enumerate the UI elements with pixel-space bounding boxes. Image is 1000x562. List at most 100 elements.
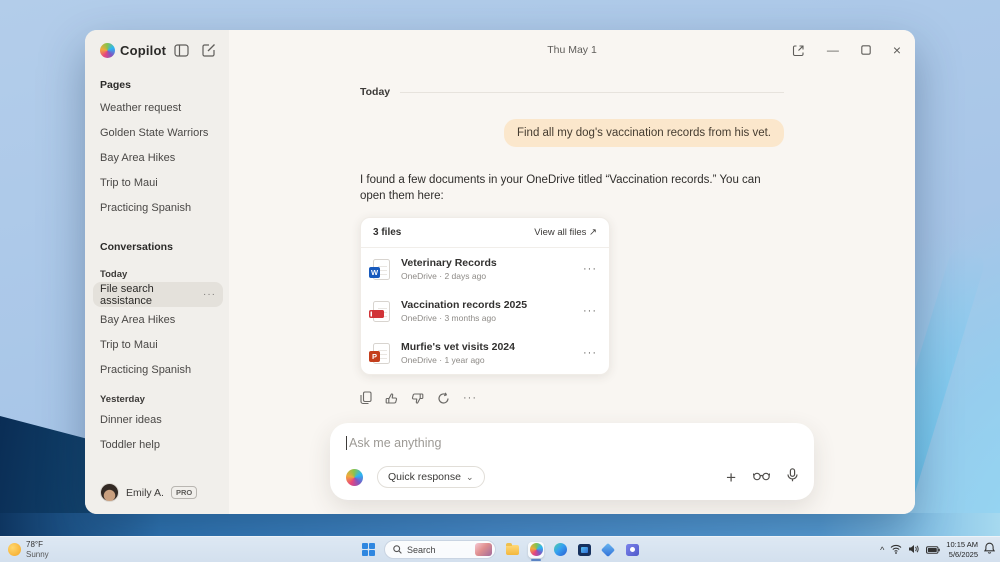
chevron-down-icon: ⌄ bbox=[466, 472, 474, 483]
conversation-date: Thu May 1 bbox=[547, 44, 597, 56]
tray-chevron-up-icon[interactable]: ^ bbox=[880, 545, 884, 555]
chat-thread: Today Find all my dog's vaccination reco… bbox=[360, 70, 784, 405]
tray-date: 5/6/2025 bbox=[946, 550, 978, 560]
vision-glasses-icon[interactable] bbox=[753, 468, 770, 486]
maximize-button[interactable] bbox=[861, 45, 871, 55]
weather-condition: Sunny bbox=[26, 550, 49, 560]
composer: Ask me anything Quick response ⌄ + bbox=[330, 423, 814, 500]
sidebar-item-trip-to-maui-convo[interactable]: Trip to Maui bbox=[100, 332, 216, 357]
pages-section-title: Pages bbox=[100, 79, 216, 91]
copilot-logo-icon bbox=[346, 469, 363, 486]
clock[interactable]: 10:15 AM 5/6/2025 bbox=[946, 540, 978, 560]
file-row-veterinary-records[interactable]: W Veterinary Records OneDrive · 2 days a… bbox=[361, 248, 609, 290]
avatar bbox=[100, 483, 119, 502]
file-more-icon[interactable]: ··· bbox=[583, 305, 597, 317]
attach-plus-icon[interactable]: + bbox=[726, 469, 736, 486]
main-panel: Thu May 1 — × Today Find all my dog's va… bbox=[229, 30, 915, 514]
pdf-file-icon bbox=[373, 301, 390, 322]
new-chat-icon[interactable] bbox=[202, 44, 216, 57]
app-title: Copilot bbox=[120, 43, 166, 58]
sidebar-item-file-search-assistance[interactable]: File search assistance ··· bbox=[93, 282, 223, 307]
file-count-label: 3 files bbox=[373, 227, 401, 238]
sidebar-item-label: File search assistance bbox=[100, 283, 203, 307]
assistant-message: I found a few documents in your OneDrive… bbox=[360, 172, 784, 204]
close-button[interactable]: × bbox=[893, 43, 901, 57]
sidebar-header: Copilot bbox=[100, 43, 216, 58]
edge-icon[interactable] bbox=[552, 542, 568, 558]
window-header: Thu May 1 — × bbox=[229, 30, 915, 70]
tray-time: 10:15 AM bbox=[946, 540, 978, 550]
wifi-icon[interactable] bbox=[890, 541, 902, 559]
sidebar-item-weather-request[interactable]: Weather request bbox=[100, 95, 216, 120]
response-mode-dropdown[interactable]: Quick response ⌄ bbox=[377, 466, 485, 488]
conversations-section-title: Conversations bbox=[100, 241, 216, 253]
file-card-header: 3 files View all files ↗ bbox=[361, 218, 609, 248]
sidebar-item-dinner-ideas[interactable]: Dinner ideas bbox=[100, 407, 216, 432]
wallpaper-band bbox=[0, 513, 1000, 536]
file-more-icon[interactable]: ··· bbox=[583, 263, 597, 275]
battery-icon[interactable] bbox=[926, 541, 940, 559]
copilot-logo-icon bbox=[100, 43, 115, 58]
file-row-murfies-vet-visits-2024[interactable]: P Murfie's vet visits 2024 OneDrive · 1 … bbox=[361, 332, 609, 374]
sun-icon bbox=[8, 543, 21, 556]
profile-row[interactable]: Emily A. PRO bbox=[100, 483, 216, 502]
teams-icon[interactable] bbox=[624, 542, 640, 558]
weather-temp: 78°F bbox=[26, 540, 49, 550]
copilot-window: Copilot Pages Weather request Golden Sta… bbox=[85, 30, 915, 514]
file-more-icon[interactable]: ··· bbox=[583, 347, 597, 359]
sidebar-item-bay-area-hikes-page[interactable]: Bay Area Hikes bbox=[100, 145, 216, 170]
today-group-label: Today bbox=[100, 269, 216, 280]
more-actions-icon[interactable]: ··· bbox=[463, 392, 477, 404]
search-placeholder: Search bbox=[407, 545, 436, 555]
view-all-files-link[interactable]: View all files ↗ bbox=[534, 227, 597, 238]
file-results-card: 3 files View all files ↗ W Veterinary Re… bbox=[360, 217, 610, 375]
microphone-icon[interactable] bbox=[787, 468, 798, 487]
toggle-sidebar-icon[interactable] bbox=[174, 44, 189, 57]
thumbs-up-icon[interactable] bbox=[385, 392, 398, 405]
regenerate-icon[interactable] bbox=[437, 392, 450, 405]
taskbar: 78°F Sunny Search ^ 10:15 AM bbox=[0, 536, 1000, 562]
file-name: Murfie's vet visits 2024 bbox=[401, 341, 515, 353]
text-cursor bbox=[346, 436, 347, 450]
file-name: Vaccination records 2025 bbox=[401, 299, 527, 311]
minimize-button[interactable]: — bbox=[827, 44, 839, 56]
taskbar-search[interactable]: Search bbox=[384, 540, 496, 559]
file-meta: OneDrive · 2 days ago bbox=[401, 271, 497, 281]
pro-badge: PRO bbox=[171, 486, 197, 499]
start-button[interactable] bbox=[360, 542, 376, 558]
search-icon bbox=[393, 545, 402, 554]
sidebar-item-practicing-spanish-convo[interactable]: Practicing Spanish bbox=[100, 357, 216, 382]
file-row-vaccination-records-2025[interactable]: Vaccination records 2025 OneDrive · 3 mo… bbox=[361, 290, 609, 332]
sidebar-item-trip-to-maui-page[interactable]: Trip to Maui bbox=[100, 170, 216, 195]
copilot-taskbar-icon[interactable] bbox=[528, 542, 544, 558]
notification-bell-icon[interactable] bbox=[984, 541, 995, 559]
store-icon[interactable] bbox=[576, 542, 592, 558]
item-more-icon[interactable]: ··· bbox=[203, 289, 216, 300]
thumbs-down-icon[interactable] bbox=[411, 392, 424, 405]
divider-label: Today bbox=[360, 86, 390, 98]
sidebar-item-toddler-help[interactable]: Toddler help bbox=[100, 432, 216, 457]
sidebar-item-golden-state-warriors[interactable]: Golden State Warriors bbox=[100, 120, 216, 145]
search-highlight-image bbox=[475, 543, 492, 556]
input-placeholder: Ask me anything bbox=[349, 436, 441, 450]
word-file-icon: W bbox=[373, 259, 390, 280]
yesterday-group-label: Yesterday bbox=[100, 394, 216, 405]
file-explorer-icon[interactable] bbox=[504, 542, 520, 558]
message-input[interactable]: Ask me anything bbox=[346, 436, 798, 450]
sidebar: Copilot Pages Weather request Golden Sta… bbox=[85, 30, 229, 514]
m365-icon[interactable] bbox=[600, 542, 616, 558]
copy-icon[interactable] bbox=[360, 391, 372, 405]
weather-widget[interactable]: 78°F Sunny bbox=[8, 540, 49, 560]
sidebar-item-practicing-spanish-page[interactable]: Practicing Spanish bbox=[100, 195, 216, 220]
date-divider: Today bbox=[360, 86, 784, 98]
share-icon[interactable] bbox=[792, 44, 805, 57]
user-message-bubble: Find all my dog's vaccination records fr… bbox=[504, 119, 784, 147]
response-mode-label: Quick response bbox=[388, 471, 461, 483]
volume-icon[interactable] bbox=[908, 541, 920, 559]
file-meta: OneDrive · 1 year ago bbox=[401, 355, 515, 365]
sidebar-item-bay-area-hikes-convo[interactable]: Bay Area Hikes bbox=[100, 307, 216, 332]
powerpoint-file-icon: P bbox=[373, 343, 390, 364]
profile-name: Emily A. bbox=[126, 487, 164, 499]
file-meta: OneDrive · 3 months ago bbox=[401, 313, 527, 323]
message-actions: ··· bbox=[360, 391, 784, 405]
